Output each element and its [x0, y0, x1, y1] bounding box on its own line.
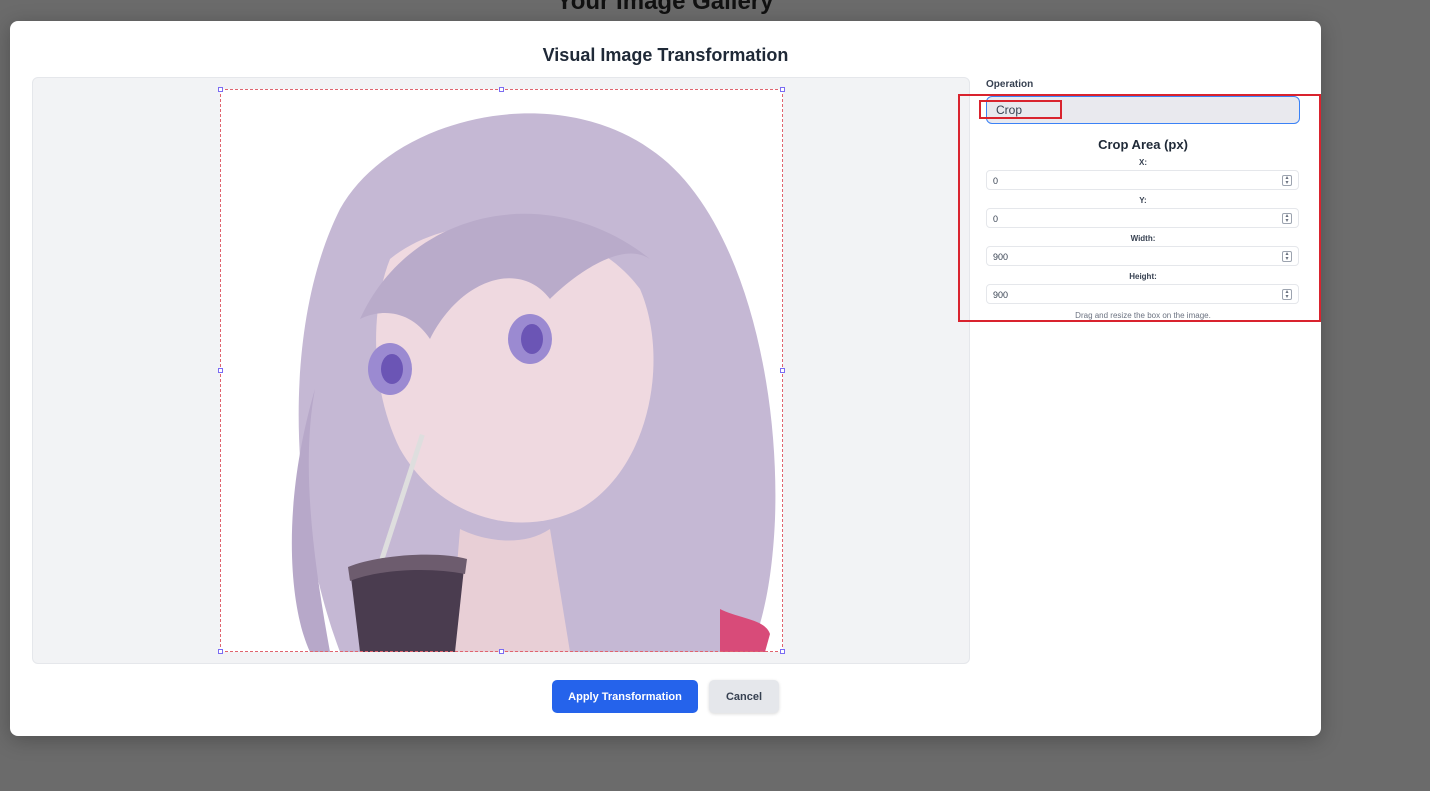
operation-select[interactable]: Crop: [986, 96, 1300, 124]
crop-selection-box[interactable]: [218, 87, 785, 654]
apply-transformation-button[interactable]: Apply Transformation: [552, 680, 698, 713]
crop-height-value: 900: [993, 290, 1009, 300]
crop-handle-top-left[interactable]: [218, 87, 223, 92]
crop-width-input[interactable]: 900 ▴ ▾: [986, 246, 1299, 266]
crop-area-title: Crop Area (px): [1098, 137, 1188, 152]
transform-modal: Visual Image Transformation Operation Cr…: [10, 21, 1321, 736]
crop-x-label: X:: [1139, 158, 1147, 167]
crop-height-label: Height:: [1129, 272, 1157, 281]
crop-height-input[interactable]: 900 ▴ ▾: [986, 284, 1299, 304]
image-preview-area: [32, 77, 970, 664]
crop-handle-bottom-right[interactable]: [780, 649, 785, 654]
crop-x-input[interactable]: 0 ▴ ▾: [986, 170, 1299, 190]
transform-settings-panel: Operation Crop Crop Area (px) X: 0 ▴ ▾ Y:…: [986, 77, 1300, 320]
crop-handle-bottom[interactable]: [499, 649, 504, 654]
operation-label: Operation: [986, 79, 1034, 90]
crop-handle-top-right[interactable]: [780, 87, 785, 92]
crop-handle-left[interactable]: [218, 368, 223, 373]
stepper-icon[interactable]: ▴ ▾: [1282, 251, 1292, 262]
operation-select-value: Crop: [996, 103, 1023, 117]
cancel-button[interactable]: Cancel: [709, 680, 779, 713]
modal-title: Visual Image Transformation: [542, 45, 789, 65]
stepper-icon[interactable]: ▴ ▾: [1282, 289, 1292, 300]
crop-y-label: Y:: [1139, 196, 1147, 205]
crop-x-value: 0: [993, 176, 999, 186]
stepper-icon[interactable]: ▴ ▾: [1282, 175, 1292, 186]
crop-handle-top[interactable]: [499, 87, 504, 92]
background-gallery-title: Your Image Gallery: [556, 0, 774, 15]
crop-handle-bottom-left[interactable]: [218, 649, 223, 654]
crop-width-value: 900: [993, 252, 1009, 262]
stepper-icon[interactable]: ▴ ▾: [1282, 213, 1292, 224]
crop-handle-right[interactable]: [780, 368, 785, 373]
crop-y-value: 0: [993, 214, 999, 224]
crop-width-label: Width:: [1130, 234, 1156, 243]
crop-hint-text: Drag and resize the box on the image.: [1075, 311, 1211, 320]
crop-y-input[interactable]: 0 ▴ ▾: [986, 208, 1299, 228]
